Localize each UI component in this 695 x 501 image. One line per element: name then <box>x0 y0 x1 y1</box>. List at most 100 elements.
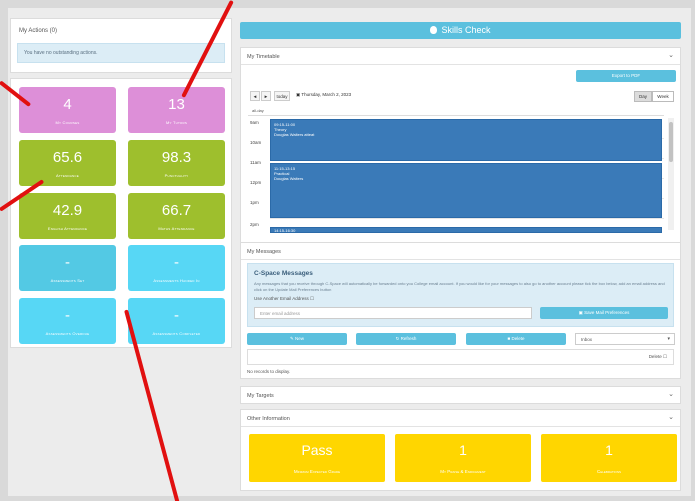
tile-attendance[interactable]: 65.6 Attendance <box>19 140 116 186</box>
tile-label: My Praise & Enrichment <box>440 469 486 474</box>
delete-column-label: Delete <box>648 354 662 359</box>
timetable-title: My Timetable <box>247 54 280 60</box>
cspace-messages-title: C-Space Messages <box>254 270 313 277</box>
new-label: New <box>295 336 305 341</box>
hour-label: 1pm <box>250 200 259 205</box>
folder-value: Inbox <box>581 337 593 342</box>
tile-maths-attendance[interactable]: 66.7 Maths Attendance <box>128 193 225 239</box>
tile-label: English Attendance <box>47 226 88 231</box>
event-tutor: Douglas Walters <box>274 176 304 181</box>
divider <box>241 259 680 260</box>
calendar-prev-button[interactable]: ◄ <box>250 91 260 101</box>
tile-label: Assessments Set <box>50 278 85 283</box>
calendar-date: ▣ Thursday, March 2, 2023 <box>296 92 351 98</box>
export-pdf-button[interactable]: Export to PDF <box>576 70 676 82</box>
divider <box>241 426 680 427</box>
messages-title: My Messages <box>247 249 281 255</box>
calendar-scrollbar[interactable] <box>668 118 674 230</box>
skills-check-button[interactable]: Skills Check <box>240 22 681 39</box>
tile-minimum-expected-grade[interactable]: Pass Minimum Expected Grade <box>249 434 385 482</box>
stats-tiles-panel: 4 My Courses 13 My Tutors 65.6 Attendanc… <box>10 78 232 348</box>
event-time: 14:15-16:30 <box>274 228 296 233</box>
delete-button[interactable]: ■ Delete <box>466 333 566 345</box>
targets-title: My Targets <box>247 393 274 399</box>
targets-panel[interactable]: My Targets ⌄ <box>240 386 681 404</box>
checkbox-label: Use Another Email Address <box>254 296 309 301</box>
tile-value: Pass <box>301 442 333 458</box>
actions-message: You have no outstanding actions. <box>17 43 225 63</box>
chevron-down-icon[interactable]: ⌄ <box>668 413 674 421</box>
chevron-down-icon[interactable]: ⌄ <box>668 390 674 398</box>
cspace-messages-description: Any messages that you receive through C-… <box>254 281 665 292</box>
scrollbar-thumb[interactable] <box>669 122 673 162</box>
tile-value: - <box>174 307 179 324</box>
tile-label: Assessments Handed In <box>153 278 200 283</box>
save-mail-preferences-button[interactable]: ▣ Save Mail Preferences <box>540 307 668 319</box>
save-mail-label: Save Mail Preferences <box>584 310 630 315</box>
new-message-button[interactable]: ✎ New <box>247 333 347 345</box>
tile-label: My Courses <box>55 120 80 125</box>
tile-celebrations[interactable]: 1 Celebrations <box>541 434 677 482</box>
hour-label: 10am <box>250 140 262 145</box>
tile-value: 66.7 <box>161 202 192 219</box>
other-info-panel: Other Information ⌄ Pass Minimum Expecte… <box>240 409 681 491</box>
tile-value: 98.3 <box>161 149 192 166</box>
tile-label: Maths Attendance <box>158 226 195 231</box>
tile-assessments-set[interactable]: - Assessments Set <box>19 245 116 291</box>
tile-value: 1 <box>459 442 467 458</box>
email-address-input[interactable]: Enter email address <box>254 307 532 319</box>
calendar-date-label: Thursday, March 2, 2023 <box>301 92 352 97</box>
messages-panel: My Messages C-Space Messages Any message… <box>240 242 681 379</box>
tile-label: Attendance <box>55 173 79 178</box>
tile-label: Celebrations <box>596 469 622 474</box>
calendar-event-practical[interactable]: 11:15-13:15 Practical Douglas Walters <box>270 163 662 218</box>
calendar-next-button[interactable]: ► <box>261 91 271 101</box>
tile-assessments-handed-in[interactable]: - Assessments Handed In <box>128 245 225 291</box>
tile-value: - <box>65 307 70 324</box>
tile-label: Assessments Overdue <box>45 331 90 336</box>
calendar-event-afternoon[interactable]: 14:15-16:30 <box>270 227 662 233</box>
tile-english-attendance[interactable]: 42.9 English Attendance <box>19 193 116 239</box>
delete-column-header[interactable]: Delete ☐ <box>649 354 667 360</box>
tile-tutors[interactable]: 13 My Tutors <box>128 87 225 133</box>
calendar-today-button[interactable]: today <box>274 91 290 101</box>
calendar-grid: 9am 10am 11am 12pm 1pm 2pm 09:15-11:00 T… <box>248 115 664 233</box>
tile-label: My Tutors <box>165 120 188 125</box>
tile-value: 4 <box>63 96 72 113</box>
view-day-button[interactable]: Day <box>634 91 652 102</box>
event-tutor: Douglas Walters atteat <box>274 132 315 137</box>
actions-title: My Actions (0) <box>19 28 58 34</box>
tile-label: Assessments Completed <box>152 331 201 336</box>
tile-courses[interactable]: 4 My Courses <box>19 87 116 133</box>
tile-label: Punctuality <box>164 173 189 178</box>
tile-value: 13 <box>168 96 185 113</box>
tile-value: - <box>174 254 179 271</box>
divider <box>241 64 680 65</box>
chevron-down-icon[interactable]: ⌄ <box>668 51 674 59</box>
tile-assessments-overdue[interactable]: - Assessments Overdue <box>19 298 116 344</box>
tile-label: Minimum Expected Grade <box>293 469 341 474</box>
use-another-email-checkbox[interactable]: Use Another Email Address ☐ <box>254 296 314 302</box>
refresh-button[interactable]: ↻ Refresh <box>356 333 456 345</box>
hour-label: 9am <box>250 120 259 125</box>
folder-select[interactable]: Inbox ▾ <box>575 333 675 345</box>
tile-value: 42.9 <box>52 202 83 219</box>
tile-praise-enrichment[interactable]: 1 My Praise & Enrichment <box>395 434 531 482</box>
view-week-button[interactable]: Week <box>652 91 674 102</box>
delete-label: Delete <box>511 336 525 341</box>
chevron-down-icon: ▾ <box>667 336 670 342</box>
calendar-event-theory[interactable]: 09:15-11:00 Theory Douglas Walters attea… <box>270 119 662 161</box>
cspace-messages-box: C-Space Messages Any messages that you r… <box>247 263 674 327</box>
hour-label: 2pm <box>250 222 259 227</box>
hour-label: 12pm <box>250 180 262 185</box>
hour-line <box>270 218 664 219</box>
tile-value: - <box>65 254 70 271</box>
refresh-label: Refresh <box>400 336 417 341</box>
messages-table-header: Delete ☐ <box>247 349 674 365</box>
no-records-message: No records to display. <box>247 369 291 374</box>
tile-assessments-completed[interactable]: - Assessments Completed <box>128 298 225 344</box>
tile-value: 1 <box>605 442 613 458</box>
tile-punctuality[interactable]: 98.3 Punctuality <box>128 140 225 186</box>
hour-label: 11am <box>250 160 261 165</box>
tile-value: 65.6 <box>52 149 83 166</box>
